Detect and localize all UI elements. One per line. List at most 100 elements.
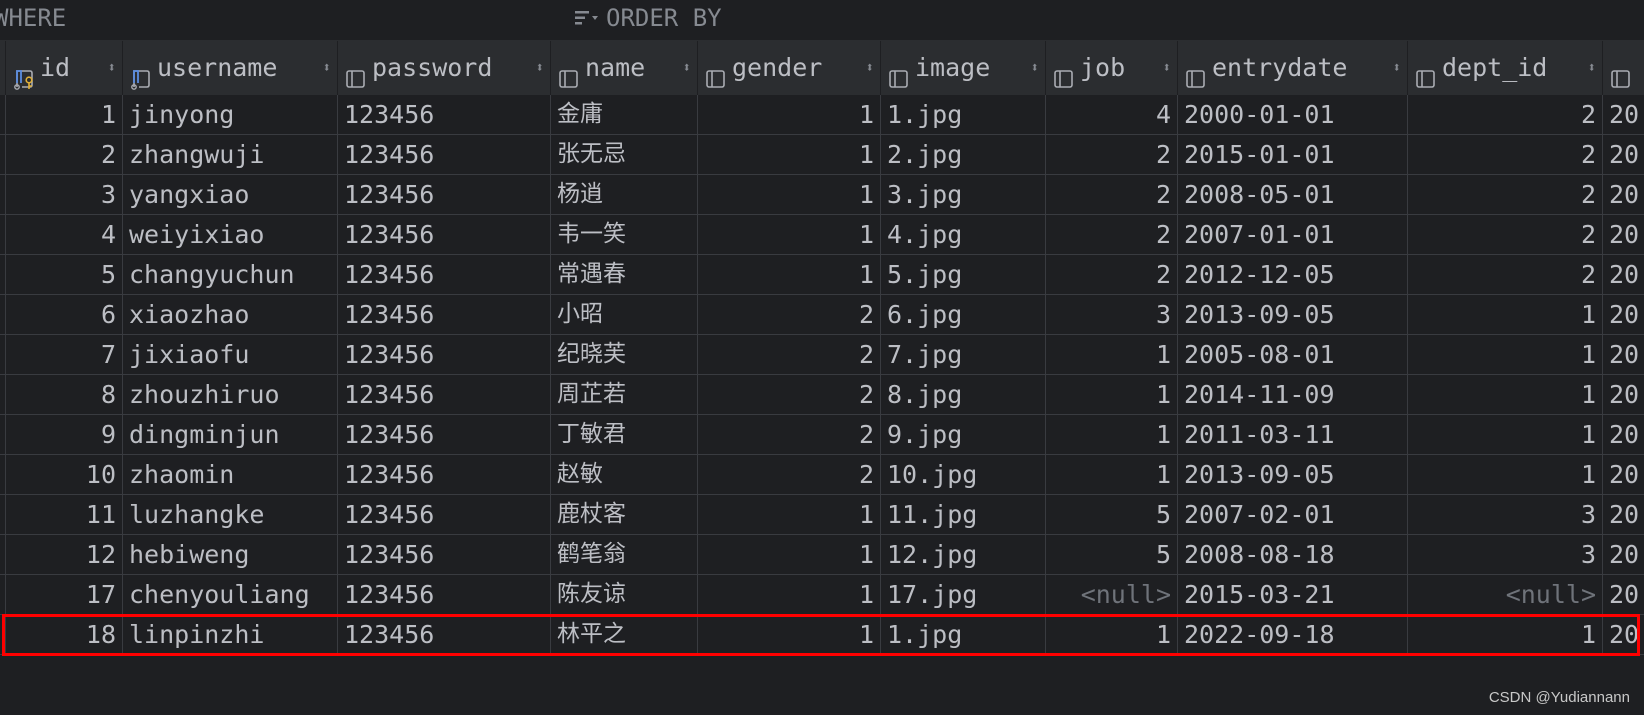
cell-entrydate[interactable]: 2007-01-01 bbox=[1178, 215, 1408, 254]
cell-username[interactable]: weiyixiao bbox=[123, 215, 338, 254]
cell-gender[interactable]: 1 bbox=[698, 535, 881, 574]
cell-gender[interactable]: 1 bbox=[698, 575, 881, 614]
cell-entrydate[interactable]: 2000-01-01 bbox=[1178, 95, 1408, 134]
column-header-dept_id[interactable]: dept_id ⬍ bbox=[1408, 41, 1603, 95]
cell-extra[interactable]: 20 bbox=[1603, 175, 1644, 214]
cell-name[interactable]: 鹿杖客 bbox=[551, 495, 698, 534]
cell-extra[interactable]: 20 bbox=[1603, 295, 1644, 334]
cell-gender[interactable]: 1 bbox=[698, 495, 881, 534]
cell-username[interactable]: zhangwuji bbox=[123, 135, 338, 174]
column-header-job[interactable]: job ⬍ bbox=[1046, 41, 1178, 95]
sort-arrows-icon[interactable]: ⬍ bbox=[1393, 61, 1401, 75]
cell-job[interactable]: 1 bbox=[1046, 335, 1178, 374]
cell-password[interactable]: 123456 bbox=[338, 415, 551, 454]
cell-job[interactable]: 2 bbox=[1046, 175, 1178, 214]
cell-id[interactable]: 12 bbox=[6, 535, 123, 574]
cell-id[interactable]: 7 bbox=[6, 335, 123, 374]
cell-gender[interactable]: 1 bbox=[698, 215, 881, 254]
cell-gender[interactable]: 2 bbox=[698, 375, 881, 414]
cell-job[interactable]: 2 bbox=[1046, 215, 1178, 254]
cell-gender[interactable]: 1 bbox=[698, 615, 881, 654]
cell-username[interactable]: jinyong bbox=[123, 95, 338, 134]
cell-gender[interactable]: 1 bbox=[698, 95, 881, 134]
cell-id[interactable]: 11 bbox=[6, 495, 123, 534]
cell-dept_id[interactable]: 2 bbox=[1408, 255, 1603, 294]
cell-job[interactable]: 5 bbox=[1046, 495, 1178, 534]
sort-arrows-icon[interactable]: ⬍ bbox=[1163, 61, 1171, 75]
table-row[interactable]: 1 jinyong 123456 金庸 1 1.jpg 4 2000-01-01 2 20 bbox=[0, 95, 1644, 135]
cell-image[interactable]: 11.jpg bbox=[881, 495, 1046, 534]
cell-job[interactable]: 1 bbox=[1046, 415, 1178, 454]
cell-password[interactable]: 123456 bbox=[338, 175, 551, 214]
cell-password[interactable]: 123456 bbox=[338, 255, 551, 294]
cell-image[interactable]: 8.jpg bbox=[881, 375, 1046, 414]
column-header-username[interactable]: username ⬍ bbox=[123, 41, 338, 95]
cell-extra[interactable]: 20 bbox=[1603, 535, 1644, 574]
cell-username[interactable]: chenyouliang bbox=[123, 575, 338, 614]
cell-entrydate[interactable]: 2015-01-01 bbox=[1178, 135, 1408, 174]
table-row[interactable]: 9 dingminjun 123456 丁敏君 2 9.jpg 1 2011-03-11 1 20 bbox=[0, 415, 1644, 455]
cell-extra[interactable]: 20 bbox=[1603, 215, 1644, 254]
column-header-id[interactable]: id ⬍ bbox=[6, 41, 123, 95]
cell-extra[interactable]: 20 bbox=[1603, 615, 1644, 654]
table-row[interactable]: 5 changyuchun 123456 常遇春 1 5.jpg 2 2012-12-05 2 2… bbox=[0, 255, 1644, 295]
sort-arrows-icon[interactable]: ⬍ bbox=[323, 61, 331, 75]
cell-entrydate[interactable]: 2008-05-01 bbox=[1178, 175, 1408, 214]
sort-arrows-icon[interactable]: ⬍ bbox=[866, 61, 874, 75]
cell-entrydate[interactable]: 2013-09-05 bbox=[1178, 295, 1408, 334]
cell-id[interactable]: 6 bbox=[6, 295, 123, 334]
cell-username[interactable]: hebiweng bbox=[123, 535, 338, 574]
sort-arrows-icon[interactable]: ⬍ bbox=[536, 61, 544, 75]
sort-arrows-icon[interactable]: ⬍ bbox=[683, 61, 691, 75]
cell-id[interactable]: 1 bbox=[6, 95, 123, 134]
cell-name[interactable]: 丁敏君 bbox=[551, 415, 698, 454]
column-header-truncated[interactable] bbox=[1603, 41, 1644, 95]
cell-dept_id[interactable]: 2 bbox=[1408, 175, 1603, 214]
cell-image[interactable]: 4.jpg bbox=[881, 215, 1046, 254]
cell-image[interactable]: 2.jpg bbox=[881, 135, 1046, 174]
cell-entrydate[interactable]: 2022-09-18 bbox=[1178, 615, 1408, 654]
cell-username[interactable]: zhaomin bbox=[123, 455, 338, 494]
cell-id[interactable]: 18 bbox=[6, 615, 123, 654]
cell-image[interactable]: 1.jpg bbox=[881, 95, 1046, 134]
cell-dept_id[interactable]: 2 bbox=[1408, 95, 1603, 134]
cell-dept_id[interactable]: 2 bbox=[1408, 135, 1603, 174]
table-row[interactable]: 7 jixiaofu 123456 纪晓芙 2 7.jpg 1 2005-08-01 1 20 bbox=[0, 335, 1644, 375]
cell-username[interactable]: yangxiao bbox=[123, 175, 338, 214]
cell-dept_id[interactable]: 1 bbox=[1408, 335, 1603, 374]
cell-username[interactable]: linpinzhi bbox=[123, 615, 338, 654]
cell-gender[interactable]: 1 bbox=[698, 175, 881, 214]
column-header-name[interactable]: name ⬍ bbox=[551, 41, 698, 95]
cell-entrydate[interactable]: 2015-03-21 bbox=[1178, 575, 1408, 614]
cell-password[interactable]: 123456 bbox=[338, 455, 551, 494]
cell-username[interactable]: dingminjun bbox=[123, 415, 338, 454]
cell-job[interactable]: <null> bbox=[1046, 575, 1178, 614]
cell-name[interactable]: 纪晓芙 bbox=[551, 335, 698, 374]
cell-job[interactable]: 2 bbox=[1046, 135, 1178, 174]
cell-extra[interactable]: 20 bbox=[1603, 255, 1644, 294]
cell-extra[interactable]: 20 bbox=[1603, 575, 1644, 614]
cell-id[interactable]: 2 bbox=[6, 135, 123, 174]
cell-image[interactable]: 5.jpg bbox=[881, 255, 1046, 294]
cell-job[interactable]: 1 bbox=[1046, 375, 1178, 414]
order-by-filter-input[interactable]: ORDER BY bbox=[574, 4, 722, 32]
cell-job[interactable]: 1 bbox=[1046, 615, 1178, 654]
cell-id[interactable]: 4 bbox=[6, 215, 123, 254]
cell-gender[interactable]: 1 bbox=[698, 255, 881, 294]
cell-id[interactable]: 9 bbox=[6, 415, 123, 454]
cell-name[interactable]: 杨逍 bbox=[551, 175, 698, 214]
cell-username[interactable]: jixiaofu bbox=[123, 335, 338, 374]
cell-image[interactable]: 3.jpg bbox=[881, 175, 1046, 214]
cell-image[interactable]: 1.jpg bbox=[881, 615, 1046, 654]
cell-password[interactable]: 123456 bbox=[338, 615, 551, 654]
table-row[interactable]: 4 weiyixiao 123456 韦一笑 1 4.jpg 2 2007-01-01 2 20 bbox=[0, 215, 1644, 255]
cell-image[interactable]: 12.jpg bbox=[881, 535, 1046, 574]
cell-name[interactable]: 陈友谅 bbox=[551, 575, 698, 614]
table-row[interactable]: 8 zhouzhiruo 123456 周芷若 2 8.jpg 1 2014-11-09 1 20 bbox=[0, 375, 1644, 415]
cell-name[interactable]: 小昭 bbox=[551, 295, 698, 334]
cell-job[interactable]: 2 bbox=[1046, 255, 1178, 294]
cell-password[interactable]: 123456 bbox=[338, 535, 551, 574]
cell-name[interactable]: 韦一笑 bbox=[551, 215, 698, 254]
cell-dept_id[interactable]: 3 bbox=[1408, 535, 1603, 574]
cell-id[interactable]: 17 bbox=[6, 575, 123, 614]
